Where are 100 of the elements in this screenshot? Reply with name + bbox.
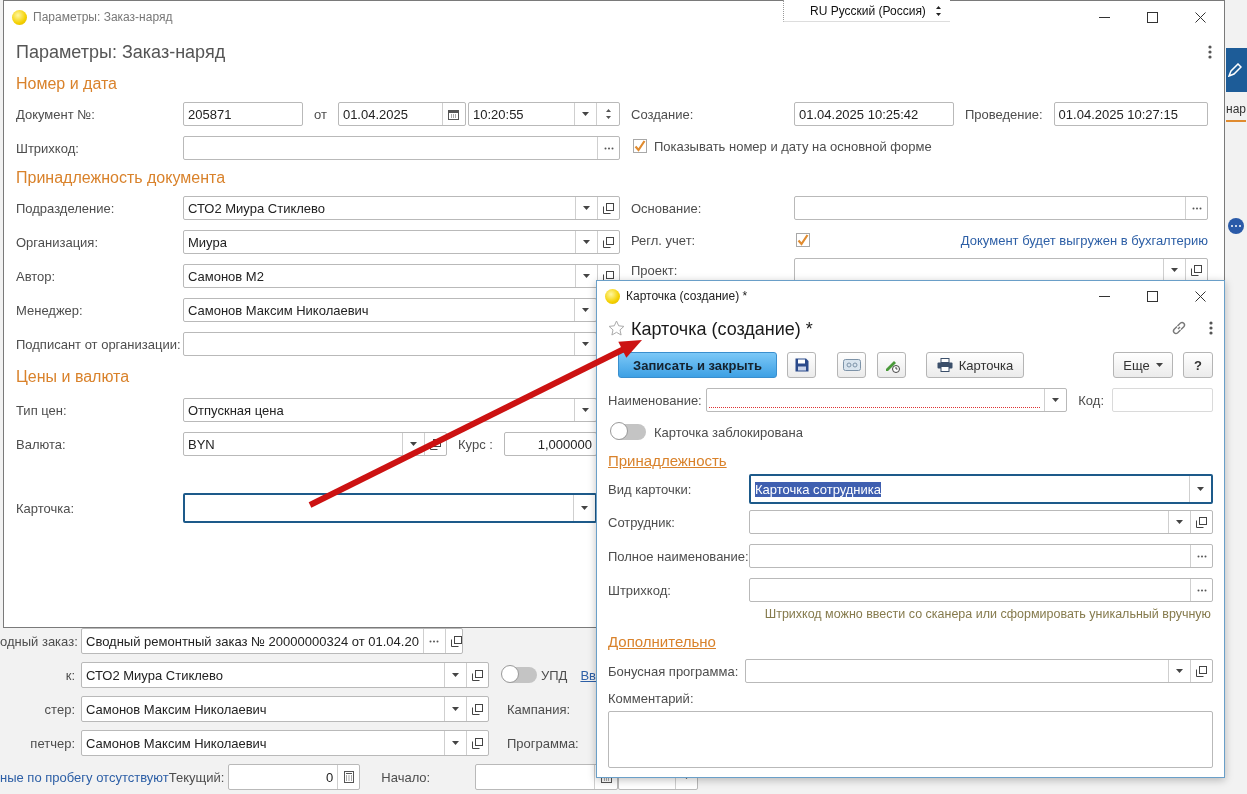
input-field[interactable]: 01.04.2025 10:25:42: [794, 102, 954, 126]
field-label: Штрихкод:: [16, 140, 80, 156]
hint-text: Штрихкод можно ввести со сканера или сформировать уникальный вручную: [764, 607, 1211, 623]
caret-icon: [583, 240, 590, 244]
link-icon: [1171, 319, 1187, 336]
save-and-close-button[interactable]: Записать и закрыть: [618, 352, 777, 378]
more-button[interactable]: Еще: [1113, 352, 1173, 378]
dropdown-field[interactable]: Карточка сотрудника: [749, 474, 1213, 504]
app-icon: [12, 9, 27, 25]
help-button[interactable]: ?: [1183, 352, 1213, 378]
more-icon[interactable]: [1228, 218, 1244, 234]
input-field[interactable]: Сводный ремонтный заказ № 20000000324 от 01.04.20: [81, 628, 463, 654]
field-label: Комментарий:: [608, 690, 694, 706]
more-menu-button[interactable]: [1208, 45, 1212, 59]
calendar-icon: [448, 108, 460, 120]
field-label: Курс :: [458, 436, 493, 452]
up-down-icon: [935, 4, 942, 17]
field-label: Текущий:: [168, 769, 225, 785]
input-field[interactable]: [749, 578, 1213, 602]
caret-icon: [581, 506, 588, 510]
field-label: Проект:: [631, 262, 679, 278]
field-label: Полное наименование:: [608, 548, 749, 564]
ellipsis-icon: [1196, 554, 1207, 558]
squares-icon: [603, 202, 614, 214]
input-field[interactable]: [1112, 388, 1213, 412]
toggle-label: Карточка заблокирована: [654, 424, 803, 440]
dropdown-field[interactable]: [183, 493, 597, 523]
app-icon: [605, 288, 620, 304]
input-field[interactable]: [749, 544, 1213, 568]
checkbox[interactable]: [633, 139, 647, 153]
field-label: стер:: [43, 701, 75, 717]
card-icon: [842, 359, 861, 371]
favorite-star-icon[interactable]: [608, 319, 625, 339]
date-field[interactable]: [475, 764, 619, 790]
dropdown-field[interactable]: Самонов Максим Николаевич: [183, 298, 597, 322]
field-label: Проведение:: [965, 106, 1043, 122]
caret-icon: [582, 112, 589, 116]
dropdown-field[interactable]: [794, 258, 1208, 282]
print-button[interactable]: Карточка: [926, 352, 1024, 378]
history-button[interactable]: [877, 352, 906, 378]
field-label: Менеджер:: [16, 302, 84, 318]
dropdown-field[interactable]: СТО2 Миура Стиклево: [183, 196, 620, 220]
caret-icon: [582, 408, 589, 412]
field-label: Сотрудник:: [608, 514, 676, 530]
caret-icon: [582, 342, 589, 346]
dropdown-field[interactable]: Самонов Максим Николаевич: [81, 696, 489, 722]
squares-icon: [472, 737, 483, 749]
ellipsis-icon: [429, 639, 440, 643]
dropdown-field[interactable]: [183, 332, 597, 356]
field-label: от: [314, 106, 327, 122]
field-label: Кампания:: [507, 701, 571, 717]
caret-icon: [583, 274, 590, 278]
window-title: Карточка (создание) *: [626, 289, 748, 303]
calculator-icon: [343, 771, 354, 783]
dropdown-field[interactable]: BYN: [183, 432, 447, 456]
dropdown-field[interactable]: Отпускная цена: [183, 398, 597, 422]
caret-icon: [583, 206, 590, 210]
dropdown-field[interactable]: 10:20:55: [468, 102, 620, 126]
input-field[interactable]: 0: [228, 764, 361, 790]
dropdown-field[interactable]: [749, 510, 1213, 534]
close-icon: [1194, 290, 1206, 302]
input-field[interactable]: 1,000000: [503, 432, 597, 456]
field-label: Наименование:: [608, 392, 702, 408]
caret-icon: [1176, 520, 1183, 524]
caret-icon: [1176, 669, 1183, 673]
squares-icon: [1196, 665, 1207, 677]
dropdown-field[interactable]: [745, 659, 1213, 683]
dropdown-field[interactable]: Миура: [183, 230, 620, 254]
dropdown-field[interactable]: СТО2 Миура Стиклево: [81, 662, 489, 688]
dropdown-field[interactable]: Самонов Максим Николаевич: [81, 730, 489, 756]
save-button[interactable]: [787, 352, 816, 378]
input-field[interactable]: [794, 196, 1208, 220]
input-field[interactable]: [183, 136, 620, 160]
link[interactable]: Документ будет выгружен в бухгалтерию: [960, 232, 1208, 248]
toggle-switch[interactable]: [503, 667, 537, 683]
input-field[interactable]: 205871: [183, 102, 303, 126]
input-field[interactable]: 01.04.2025: [337, 102, 466, 126]
caret-icon: [582, 308, 589, 312]
field-label: Организация:: [16, 234, 100, 250]
field-label: Код:: [1078, 392, 1104, 408]
link[interactable]: ные по пробегу отсутствуют: [0, 769, 169, 785]
caret-icon: [452, 707, 459, 711]
dropdown-field[interactable]: Самонов М2: [183, 264, 620, 288]
field-label: Валюта:: [16, 436, 67, 452]
caret-icon: [452, 741, 459, 745]
star-icon: [608, 319, 625, 336]
caret-icon: [452, 673, 459, 677]
kebab-icon: [1209, 320, 1213, 335]
checkbox[interactable]: [796, 233, 810, 247]
field-label: Подписант от организации:: [16, 336, 182, 352]
link[interactable]: Вв: [580, 667, 596, 683]
language-indicator[interactable]: RU Русский (Россия): [783, 0, 950, 22]
comment-field[interactable]: [608, 711, 1213, 768]
input-field[interactable]: 01.04.2025 10:27:15: [1053, 102, 1208, 126]
field-label: петчер:: [29, 735, 75, 751]
toggle-switch[interactable]: [612, 424, 646, 440]
card-button[interactable]: [837, 352, 866, 378]
dropdown-field[interactable]: [705, 388, 1068, 412]
field-label: Создание:: [631, 106, 695, 122]
form-title: Параметры: Заказ-наряд: [16, 41, 226, 63]
